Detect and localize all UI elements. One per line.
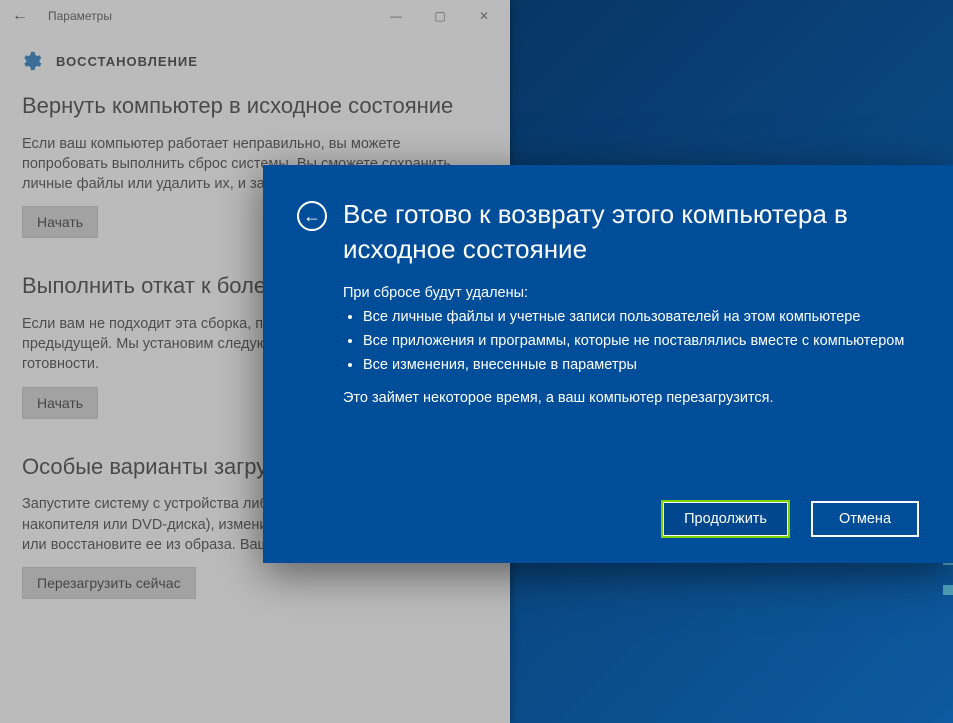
page-title: ВОССТАНОВЛЕНИЕ (56, 54, 198, 69)
dialog-back-button[interactable]: ← (297, 201, 327, 231)
dialog-body: При сбросе будут удалены: Все личные фай… (343, 285, 919, 406)
section-reset-heading: Вернуть компьютер в исходное состояние (22, 92, 488, 120)
reset-confirm-dialog: ← Все готово к возврату этого компьютера… (263, 165, 953, 563)
titlebar-back-button[interactable]: ← (4, 7, 36, 25)
arrow-left-icon: ← (303, 207, 321, 225)
dialog-bullet: Все изменения, внесенные в параметры (363, 355, 919, 376)
reset-start-button[interactable]: Начать (22, 206, 98, 238)
titlebar: ← Параметры — ▢ ✕ (0, 0, 510, 32)
minimize-button[interactable]: — (374, 0, 418, 32)
dialog-note: Это займет некоторое время, а ваш компью… (343, 390, 919, 406)
gear-icon (20, 50, 42, 72)
dialog-buttons: Продолжить Отмена (297, 501, 919, 537)
dialog-bullet-list: Все личные файлы и учетные записи пользо… (343, 307, 919, 376)
advanced-restart-button[interactable]: Перезагрузить сейчас (22, 567, 196, 599)
dialog-header: ← Все готово к возврату этого компьютера… (297, 197, 919, 267)
dialog-title: Все готово к возврату этого компьютера в… (343, 197, 919, 267)
close-button[interactable]: ✕ (462, 0, 506, 32)
dialog-bullet: Все личные файлы и учетные записи пользо… (363, 307, 919, 328)
dialog-bullet: Все приложения и программы, которые не п… (363, 331, 919, 352)
cancel-button[interactable]: Отмена (811, 501, 919, 537)
window-title: Параметры (36, 9, 374, 23)
dialog-intro: При сбросе будут удалены: (343, 285, 919, 301)
rollback-start-button[interactable]: Начать (22, 387, 98, 419)
continue-button[interactable]: Продолжить (662, 501, 789, 537)
page-header: ВОССТАНОВЛЕНИЕ (0, 32, 510, 82)
maximize-button[interactable]: ▢ (418, 0, 462, 32)
window-controls: — ▢ ✕ (374, 0, 506, 32)
